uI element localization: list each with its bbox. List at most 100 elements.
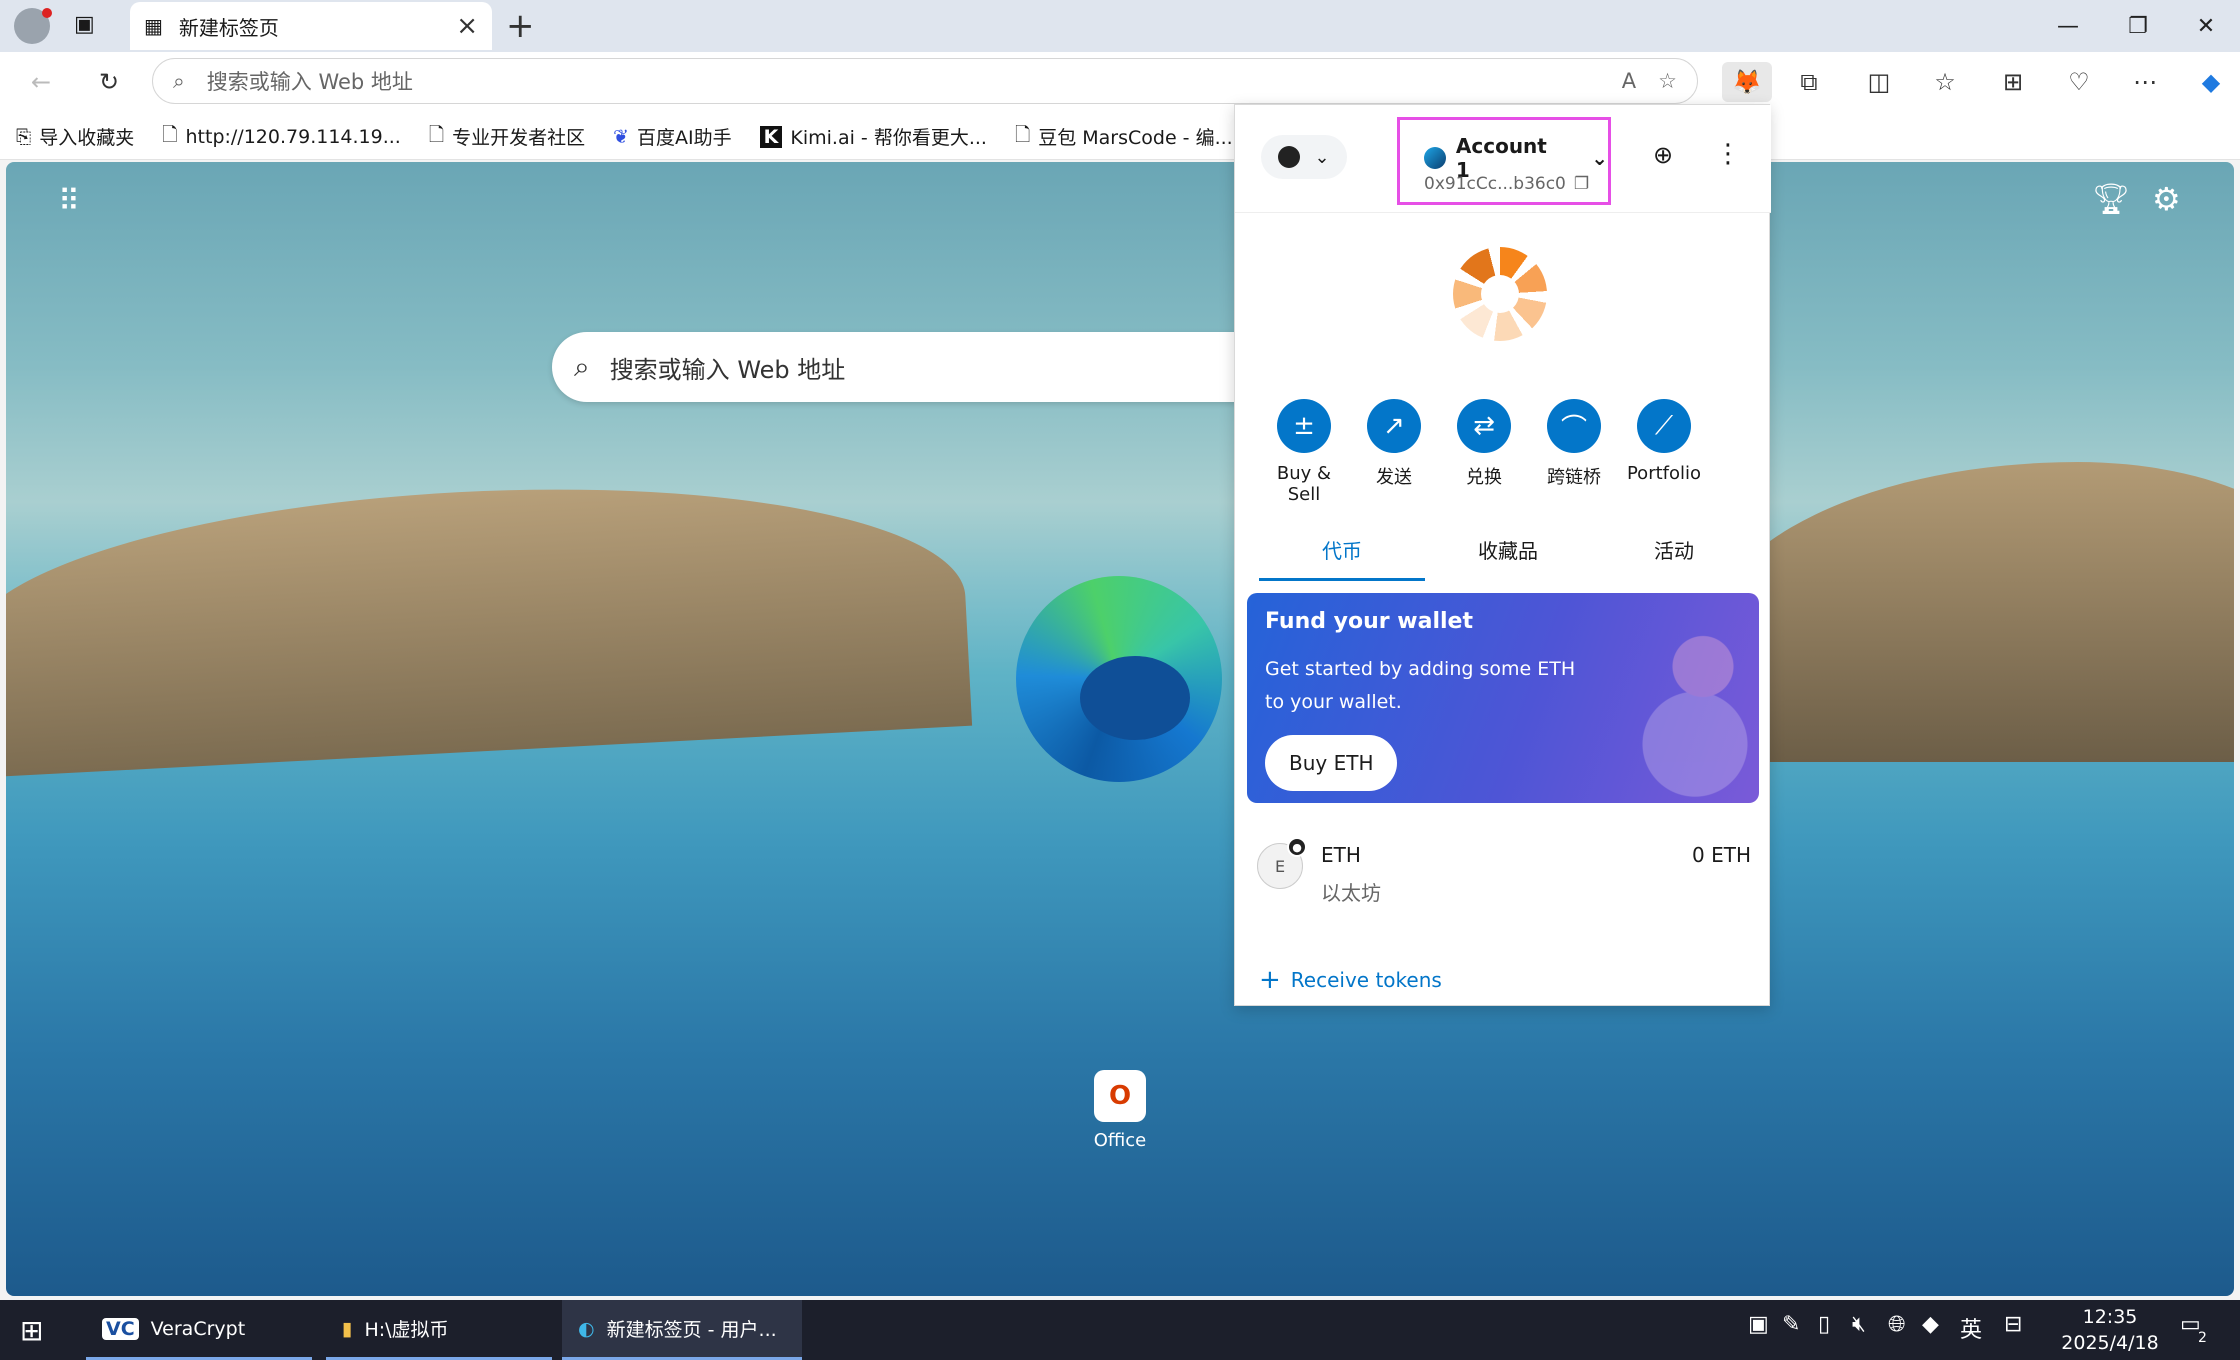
bookmark-dev-community[interactable]: 🗋 专业开发者社区 [429,121,585,153]
fund-wallet-banner: Fund your wallet Get started by adding s… [1247,593,1759,803]
ntp-search-box[interactable]: ⌕ 搜索或输入 Web 地址 [552,332,1272,402]
bookmark-marscode[interactable]: 🗋 豆包 MarsCode - 编... [1015,121,1233,153]
tab-new-tab[interactable]: ▦ 新建标签页 × [130,2,492,50]
tab-actions-icon[interactable]: ▣ [74,12,104,40]
bookmark-import[interactable]: ⎘ 导入收藏夹 [16,123,134,150]
swap-button[interactable]: ⇄ 兑换 [1439,399,1529,489]
page-icon: 🗋 [1014,123,1031,146]
tab-activity[interactable]: 活动 [1591,535,1757,578]
account-address-row[interactable]: 0x91cCc...b36c0 ❐ [1424,174,1589,194]
page-settings-gear-icon[interactable]: ⚙ [2152,180,2181,218]
bookmark-ip[interactable]: 🗋 http://120.79.114.19... [162,121,401,153]
buy-sell-button[interactable]: ± Buy & Sell [1259,399,1349,505]
ntp-search-input[interactable]: 搜索或输入 Web 地址 [610,350,846,385]
search-icon: ⌕ [173,68,185,93]
tray-pen-icon[interactable]: ✎ [1782,1312,1800,1337]
wallet-header: ⌄ Account 1 ⌄ 0x91cCc...b36c0 ❐ ⊕ ⋮ [1235,105,1771,213]
tab-title: 新建标签页 [178,15,279,40]
account-avatar [1424,147,1446,169]
spinner-center [1481,275,1519,313]
ime-mode-icon[interactable]: ⊟ [2004,1312,2022,1337]
usb-icon[interactable]: ▯ [1818,1312,1830,1337]
bookmarks-bar: ⎘ 导入收藏夹 🗋 http://120.79.114.19... 🗋 专业开发者社区… [0,114,2240,160]
bookmark-kimi[interactable]: K Kimi.ai - 帮你看更大... [759,123,987,150]
more-menu-icon[interactable]: ⋯ [2124,62,2166,102]
start-windows-icon[interactable]: ⊞ [20,1314,43,1347]
wallet-menu-icon[interactable]: ⋮ [1715,139,1741,169]
collections-icon[interactable]: ⊞ [1992,62,2034,102]
extensions-icon[interactable]: ⧉ [1788,62,1830,102]
connected-sites-icon[interactable]: ⊕ [1653,141,1673,169]
address-input[interactable]: 搜索或输入 Web 地址 [207,66,413,96]
chevron-down-icon: ⌄ [1591,146,1608,170]
folder-icon: ▮ [342,1317,353,1340]
veracrypt-icon: VC [102,1317,139,1340]
edge-logo-swirl [1080,656,1190,740]
token-balance: 0 ETH [1692,843,1751,867]
page-icon: 🗋 [428,123,445,146]
fund-title: Fund your wallet [1265,609,1473,634]
bookmark-baidu-ai[interactable]: ❦ 百度AI助手 [613,123,732,150]
new-tab-page: ⠿ 🏆︎ ⚙ ⌕ 搜索或输入 Web 地址 O Office [6,162,2234,1296]
new-tab-icon: ▦ [144,14,163,38]
clock-date: 2025/4/18 [2061,1332,2159,1354]
back-icon[interactable]: ← [20,62,62,102]
plus-icon: + [1259,965,1281,995]
ime-indicator[interactable]: 英 [1960,1312,1982,1344]
apps-grid-icon[interactable]: ⠿ [58,184,80,219]
network-globe-icon[interactable]: 🌐︎ [1888,1312,1906,1337]
split-screen-icon[interactable]: ◫ [1858,62,1900,102]
metamask-popup: ⌄ Account 1 ⌄ 0x91cCc...b36c0 ❐ ⊕ ⋮ ± Bu… [1234,104,1771,1006]
refresh-icon[interactable]: ↻ [88,62,130,102]
buy-eth-button[interactable]: Buy ETH [1265,735,1398,791]
hill-left-scenery [6,466,973,778]
tab-nfts[interactable]: 收藏品 [1425,535,1591,578]
read-aloud-icon[interactable]: A [1622,69,1636,93]
tray-app-icon[interactable]: ▣ [1748,1312,1769,1337]
network-badge-icon: ● [1287,837,1307,857]
favorite-star-icon[interactable]: ☆ [1658,69,1677,93]
plus-minus-icon: ± [1277,399,1331,453]
clock[interactable]: 12:35 2025/4/18 [2040,1304,2180,1356]
office-tile-label[interactable]: Office [1080,1130,1160,1151]
account-selector[interactable]: Account 1 ⌄ 0x91cCc...b36c0 ❐ [1397,117,1611,205]
browser-essentials-icon[interactable]: ♡ [2058,62,2100,102]
rewards-trophy-icon[interactable]: 🏆︎ [2092,182,2130,217]
profile-alert-dot [42,8,52,18]
restore-icon[interactable]: ❐ [2118,10,2158,42]
baidu-paw-icon: ❦ [613,125,630,148]
fund-illustration [1607,593,1759,803]
metamask-extension-icon[interactable]: 🦊 [1722,62,1772,102]
office-tile-icon[interactable]: O [1094,1070,1146,1122]
window-close-icon[interactable]: ✕ [2186,10,2226,42]
token-name: 以太坊 [1321,881,1381,905]
network-selector[interactable]: ⌄ [1261,135,1347,179]
network-icon [1278,146,1301,168]
close-tab-icon[interactable]: × [456,11,478,41]
favorites-icon[interactable]: ☆ [1924,62,1966,102]
portfolio-button[interactable]: ⟋ Portfolio [1619,399,1709,484]
chevron-down-icon: ⌄ [1314,146,1330,168]
tab-tokens[interactable]: 代币 [1259,535,1425,581]
volume-muted-icon[interactable]: 🔇︎ [1852,1312,1866,1337]
receive-tokens-link[interactable]: + Receive tokens [1259,965,1442,995]
fund-body: Get started by adding some ETH to your w… [1265,658,1576,713]
bridge-icon: ⌒ [1547,399,1601,453]
kimi-icon: K [759,125,783,148]
account-address: 0x91cCc...b36c0 [1424,174,1566,194]
address-bar[interactable]: ⌕ 搜索或输入 Web 地址 A ☆ [152,58,1698,104]
token-row-eth[interactable]: E ● ETH 以太坊 0 ETH [1257,833,1751,913]
minimize-icon[interactable]: — [2048,10,2088,42]
taskbar-explorer[interactable]: ▮ H:\虚拟币 [326,1300,552,1360]
swap-arrows-icon: ⇄ [1457,399,1511,453]
bridge-button[interactable]: ⌒ 跨链桥 [1529,399,1619,489]
notification-count: 2 [2198,1330,2207,1346]
send-button[interactable]: ↗ 发送 [1349,399,1439,489]
notification-bell-icon[interactable]: ◆ [1922,1312,1939,1337]
clock-time: 12:35 [2082,1306,2138,1328]
copy-icon[interactable]: ❐ [1574,174,1589,194]
taskbar-edge[interactable]: ◐ 新建标签页 - 用户... [562,1300,802,1360]
taskbar-veracrypt[interactable]: VC VeraCrypt [86,1300,312,1360]
new-tab-button[interactable]: + [506,6,535,46]
copilot-icon[interactable]: ◆ [2190,62,2232,102]
